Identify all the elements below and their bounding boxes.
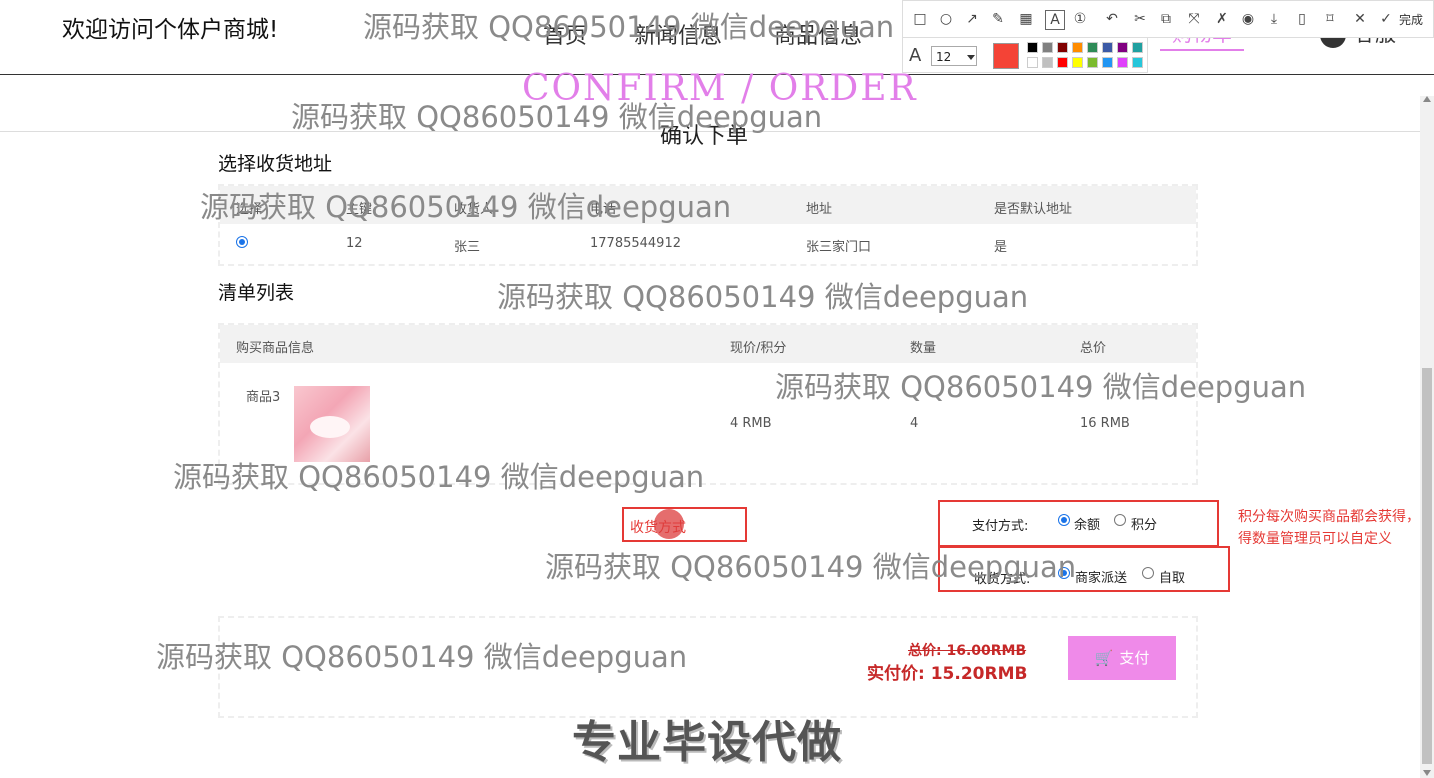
product-image[interactable] bbox=[294, 386, 370, 462]
pay-button[interactable]: 🛒 支付 bbox=[1068, 636, 1176, 680]
delivery-pickup-label[interactable]: 自取 bbox=[1159, 567, 1185, 586]
scroll-down-icon[interactable] bbox=[1423, 770, 1431, 776]
color-swatch[interactable] bbox=[1027, 57, 1038, 68]
color-swatch[interactable] bbox=[1057, 42, 1068, 53]
cut-icon[interactable]: ✂ bbox=[1131, 10, 1149, 28]
payment-points-label[interactable]: 积分 bbox=[1131, 514, 1157, 533]
font-size-select[interactable]: 12 bbox=[931, 46, 977, 66]
col-default: 是否默认地址 bbox=[994, 202, 1073, 217]
product-name[interactable]: 商品3 bbox=[246, 386, 280, 405]
col-price: 现价/积分 bbox=[730, 341, 787, 356]
color-swatch[interactable] bbox=[1057, 57, 1068, 68]
watermark: 源码获取 QQ86050149 微信deepguan bbox=[775, 370, 1307, 404]
rectangle-icon[interactable]: □ bbox=[911, 10, 929, 28]
watermark-large: 专业毕设代做 bbox=[572, 717, 842, 768]
annotation-textbox[interactable]: 收货方式 bbox=[622, 507, 747, 542]
arrow-icon[interactable]: ↗ bbox=[963, 10, 981, 28]
watermark: 源码获取 QQ86050149 微信deepguan bbox=[156, 640, 688, 674]
product-total: 16 RMB bbox=[1080, 416, 1130, 431]
actual-total: 实付价: 15.20RMB bbox=[867, 664, 1028, 684]
product-qty: 4 bbox=[910, 416, 919, 431]
done-button[interactable]: 完成 bbox=[1399, 11, 1423, 28]
close-icon[interactable]: ✕ bbox=[1351, 10, 1369, 28]
watermark: 源码获取 QQ86050149 微信deepguan bbox=[200, 190, 732, 224]
color-swatch[interactable] bbox=[1087, 42, 1098, 53]
address-id: 12 bbox=[346, 236, 363, 251]
address-section-title: 选择收货地址 bbox=[218, 153, 333, 175]
font-size-value: 12 bbox=[936, 50, 952, 64]
color-swatch[interactable] bbox=[1072, 57, 1083, 68]
col-address: 地址 bbox=[806, 202, 833, 217]
color-swatch[interactable] bbox=[1102, 42, 1113, 53]
payment-balance-label[interactable]: 余额 bbox=[1074, 514, 1100, 533]
watermark: 源码获取 QQ86050149 微信deepguan bbox=[363, 10, 895, 44]
address-radio[interactable] bbox=[236, 236, 248, 248]
original-total: 总价: 16.00RMB bbox=[908, 643, 1027, 659]
bookmark-icon[interactable]: ⌑ bbox=[1321, 10, 1339, 28]
record-icon[interactable]: ◉ bbox=[1239, 10, 1257, 28]
color-swatch[interactable] bbox=[1027, 42, 1038, 53]
pin-icon[interactable]: ✗ bbox=[1213, 10, 1231, 28]
chevron-down-icon bbox=[967, 55, 975, 60]
scroll-up-icon[interactable] bbox=[1423, 96, 1431, 102]
address-text: 张三家门口 bbox=[806, 240, 872, 255]
scroll-thumb[interactable] bbox=[1422, 368, 1432, 764]
font-icon: A bbox=[909, 45, 922, 66]
cart-icon: 🛒 bbox=[1094, 649, 1114, 667]
copy-icon[interactable]: ⧉ bbox=[1157, 10, 1175, 28]
color-swatch[interactable] bbox=[1072, 42, 1083, 53]
col-product: 购买商品信息 bbox=[236, 341, 315, 356]
color-swatch[interactable] bbox=[1117, 57, 1128, 68]
check-icon[interactable]: ✓ bbox=[1377, 10, 1395, 28]
watermark: 源码获取 QQ86050149 微信deepguan bbox=[173, 460, 705, 494]
cursor-indicator bbox=[654, 509, 684, 539]
payment-balance-radio[interactable] bbox=[1058, 514, 1070, 526]
delivery-pickup-radio[interactable] bbox=[1142, 567, 1154, 579]
color-swatch[interactable] bbox=[1042, 42, 1053, 53]
address-receiver: 张三 bbox=[454, 240, 481, 255]
col-qty: 数量 bbox=[910, 341, 937, 356]
text-style-toolbar: A 12 bbox=[902, 37, 1148, 73]
color-swatch[interactable] bbox=[1087, 57, 1098, 68]
watermark: 源码获取 QQ86050149 微信deepguan bbox=[497, 280, 1029, 314]
scrollbar[interactable] bbox=[1420, 96, 1434, 778]
color-swatch[interactable] bbox=[1042, 57, 1053, 68]
text-icon[interactable]: A bbox=[1045, 10, 1065, 30]
pay-button-label: 支付 bbox=[1119, 649, 1150, 667]
payment-label: 支付方式: bbox=[972, 519, 1029, 534]
color-swatch[interactable] bbox=[1117, 42, 1128, 53]
watermark: 源码获取 QQ86050149 微信deepguan bbox=[291, 100, 823, 134]
undo-icon[interactable]: ↶ bbox=[1103, 10, 1121, 28]
number-icon[interactable]: ① bbox=[1071, 10, 1089, 28]
phone-icon[interactable]: ▯ bbox=[1293, 10, 1311, 28]
crop-icon[interactable]: ⤧ bbox=[1185, 10, 1203, 28]
pen-icon[interactable]: ✎ bbox=[989, 10, 1007, 28]
color-swatch[interactable] bbox=[1102, 57, 1113, 68]
payment-points-radio[interactable] bbox=[1114, 514, 1126, 526]
screenshot-toolbar: □ ○ ↗ ✎ ▦ A ① ↶ ✂ ⧉ ⤧ ✗ ◉ ⤓ ▯ ⌑ ✕ ✓ 完成 bbox=[902, 0, 1434, 38]
watermark: 源码获取 QQ86050149 微信deepguan bbox=[545, 550, 1077, 584]
col-total: 总价 bbox=[1080, 341, 1107, 356]
address-phone: 17785544912 bbox=[590, 236, 681, 251]
current-color-swatch[interactable] bbox=[993, 43, 1019, 69]
items-table-header: 购买商品信息 现价/积分 数量 总价 bbox=[220, 325, 1196, 363]
color-swatch[interactable] bbox=[1132, 42, 1143, 53]
items-section-title: 清单列表 bbox=[218, 282, 295, 304]
annotation-note: 积分每次购买商品都会获得，获得数量管理员可以自定义 bbox=[1238, 509, 1434, 547]
mosaic-icon[interactable]: ▦ bbox=[1017, 10, 1035, 28]
download-icon[interactable]: ⤓ bbox=[1265, 10, 1283, 28]
address-default: 是 bbox=[994, 240, 1008, 255]
delivery-merchant-label[interactable]: 商家派送 bbox=[1075, 567, 1127, 586]
circle-icon[interactable]: ○ bbox=[937, 10, 955, 28]
color-swatch[interactable] bbox=[1132, 57, 1143, 68]
product-price: 4 RMB bbox=[730, 416, 772, 431]
site-title: 欢迎访问个体户商城! bbox=[62, 17, 279, 43]
